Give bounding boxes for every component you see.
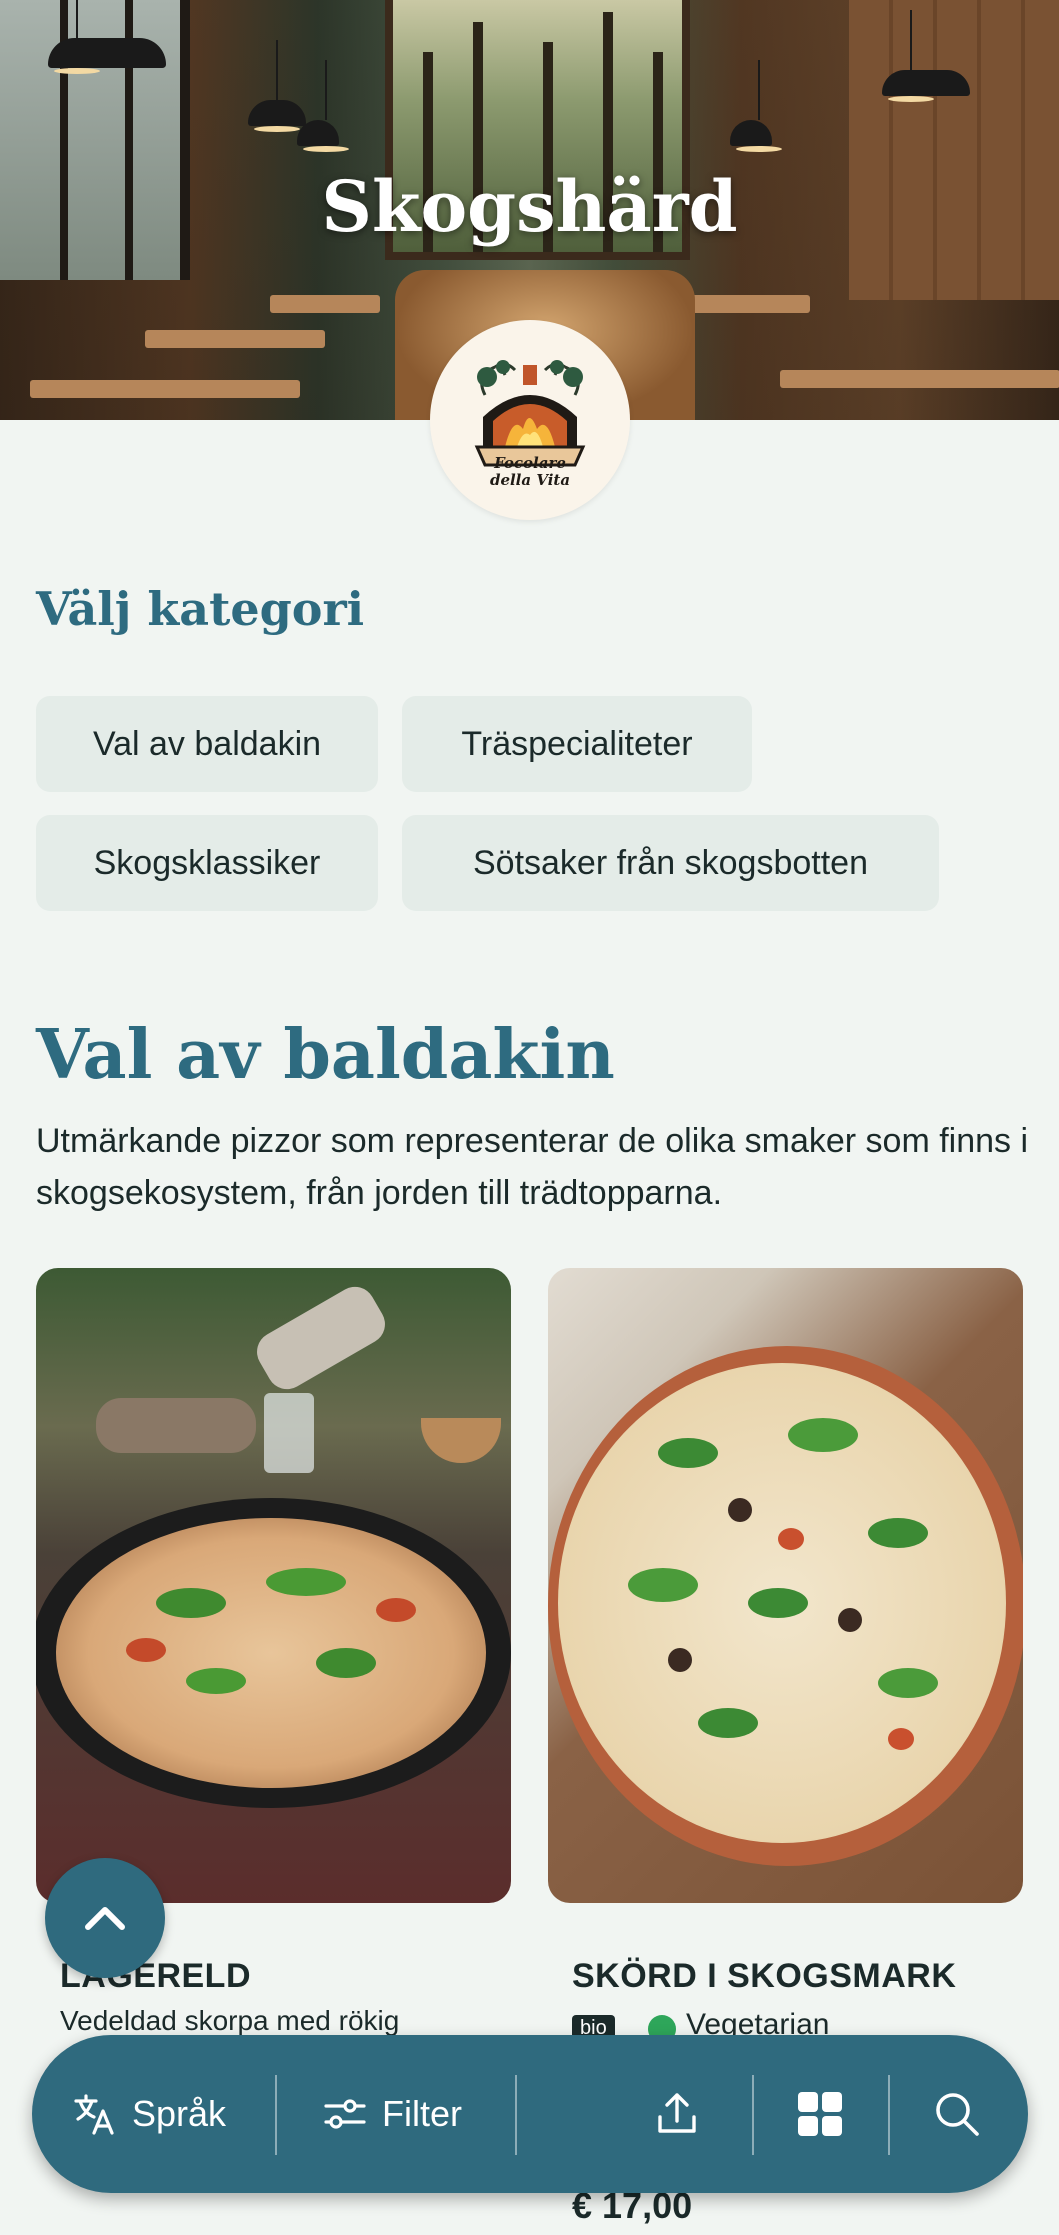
language-button[interactable]: Språk	[72, 2035, 226, 2193]
grid-view-button[interactable]	[795, 2035, 845, 2193]
hero-wood-panel	[849, 0, 1059, 300]
share-button[interactable]	[652, 2035, 702, 2193]
search-button[interactable]	[932, 2035, 982, 2193]
filter-button[interactable]: Filter	[322, 2035, 462, 2193]
lamp-icon	[730, 60, 782, 152]
chip-skogsklassiker[interactable]: Skogsklassiker	[36, 815, 378, 911]
pizza-photo-skord-i-skogsmark[interactable]	[548, 1268, 1023, 1903]
lamp-icon	[882, 10, 970, 102]
section-description: Utmärkande pizzor som representerar de o…	[36, 1122, 1029, 1212]
logo-text-line2: della Vita	[489, 471, 571, 489]
chip-label: Sötsaker från skogsbotten	[472, 843, 868, 882]
chip-label: Skogsklassiker	[93, 843, 321, 882]
chip-val-av-baldakin[interactable]: Val av baldakin	[36, 696, 378, 792]
translate-icon	[74, 2094, 114, 2135]
restaurant-title: Skogshärd	[321, 165, 738, 248]
chevron-up-icon	[85, 1907, 125, 1930]
share-upload-icon	[658, 2093, 696, 2133]
section-title: Val av baldakin	[36, 1015, 615, 1095]
item-name-skord[interactable]: SKÖRD I SKOGSMARK	[572, 1957, 956, 1996]
scroll-to-top-button[interactable]	[45, 1858, 165, 1978]
grid-icon	[798, 2092, 842, 2136]
lamp-icon	[48, 0, 166, 74]
filter-sliders-icon	[324, 2099, 366, 2129]
filter-label: Filter	[382, 2093, 462, 2134]
chip-label: Träspecialiteter	[461, 724, 693, 763]
chip-traspecialiteter[interactable]: Träspecialiteter	[402, 696, 752, 792]
logo-text-line1: Focolare	[494, 454, 566, 472]
item-description-lagereld: Vedeldad skorpa med rökig	[60, 2005, 400, 2036]
lamp-icon	[248, 40, 306, 132]
language-label: Språk	[132, 2093, 227, 2134]
chip-sotsaker[interactable]: Sötsaker från skogsbotten	[402, 815, 939, 911]
bottom-toolbar: Språk Filter	[32, 2035, 1028, 2193]
search-icon	[936, 2093, 979, 2136]
category-heading: Välj kategori	[36, 582, 365, 636]
chip-label: Val av baldakin	[92, 724, 322, 763]
pizza-photo-lagereld[interactable]	[36, 1268, 511, 1903]
restaurant-logo: Focolare della Vita	[430, 320, 630, 520]
